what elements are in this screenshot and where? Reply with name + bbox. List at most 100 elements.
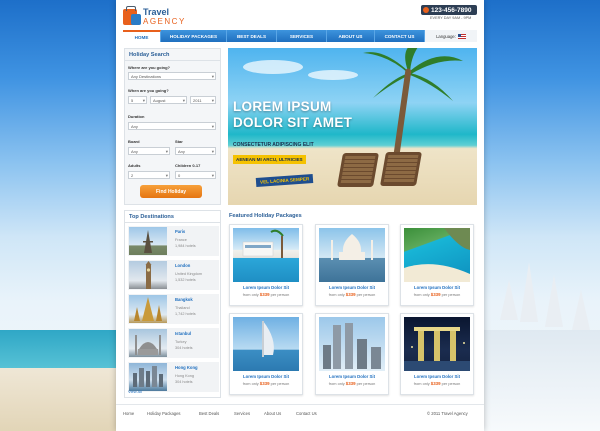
package-card[interactable]: Lorem Ipsum Dolor Sit from only $339 per…	[315, 224, 389, 306]
phone-number: 123-456-7890	[431, 6, 472, 14]
package-card[interactable]: Lorem Ipsum Dolor Sit from only $339 per…	[229, 313, 303, 395]
destination-item[interactable]: Paris France 1,984 hotels	[128, 226, 219, 256]
destination-country: United Kingdom	[175, 272, 203, 276]
find-holiday-button[interactable]: Find Holiday	[140, 185, 202, 198]
cloud	[308, 70, 358, 80]
nav-best-deals[interactable]: BEST DEALS	[227, 30, 277, 42]
package-image	[319, 228, 385, 282]
opening-hours: EVERY DAY 9AM - 9PM	[430, 16, 472, 20]
palm-leaves-icon	[363, 48, 463, 101]
footer	[116, 404, 484, 431]
destination-city: Hong Kong	[175, 365, 198, 370]
adults-select[interactable]: 2	[128, 171, 170, 179]
package-image	[319, 317, 385, 371]
logo[interactable]: Travel AGENCY	[123, 5, 213, 27]
destination-image-london	[129, 261, 167, 289]
board-select[interactable]: Any	[128, 147, 170, 155]
package-title: Lorem Ipsum Dolor Sit	[413, 374, 461, 379]
hero-tag-primary: AENEAN MI ARCU, ULTRICIES	[233, 155, 306, 164]
package-title: Lorem Ipsum Dolor Sit	[413, 285, 461, 290]
package-price: from only $339 per person	[242, 381, 290, 386]
snow-tree	[520, 262, 538, 322]
day-select[interactable]: 5	[128, 96, 147, 104]
logo-text-travel: Travel	[143, 7, 170, 17]
package-card[interactable]: Lorem Ipsum Dolor Sit from only $339 per…	[400, 224, 474, 306]
language-selector[interactable]: Language:	[425, 30, 477, 42]
footer-link-contact-us[interactable]: Contact Us	[296, 411, 317, 416]
nav-about-us[interactable]: ABOUT US	[327, 30, 375, 42]
view-all-link[interactable]: View All	[128, 389, 142, 394]
destination-country: France	[175, 238, 187, 242]
children-select[interactable]: 0	[175, 171, 216, 179]
star-select[interactable]: Any	[175, 147, 216, 155]
phone-icon	[423, 7, 429, 13]
footer-link-best-deals[interactable]: Best Deals	[199, 411, 219, 416]
year-select[interactable]: 2011	[190, 96, 216, 104]
package-price: from only $339 per person	[413, 381, 461, 386]
destination-city: Paris	[175, 229, 186, 234]
background-sea	[0, 330, 125, 370]
package-card[interactable]: Lorem Ipsum Dolor Sit from only $339 per…	[400, 313, 474, 395]
package-image	[233, 317, 299, 371]
nav-holiday-packages[interactable]: HOLIDAY PACKAGES	[161, 30, 227, 42]
destination-image-paris	[129, 227, 167, 255]
duration-select[interactable]: Any	[128, 122, 216, 130]
destination-hotels: 1,742 hotels	[175, 312, 196, 316]
adults-label: Adults	[128, 163, 141, 168]
featured-packages-title: Featured Holiday Packages	[229, 213, 302, 219]
package-card[interactable]: Lorem Ipsum Dolor Sit from only $339 per…	[229, 224, 303, 306]
destination-city: London	[175, 263, 191, 268]
destination-item[interactable]: Bangkok Thailand 1,742 hotels	[128, 294, 219, 324]
destination-image-hong-kong	[129, 363, 167, 391]
nav-home[interactable]: HOME	[123, 30, 161, 42]
destination-city: Bangkok	[175, 297, 193, 302]
destination-select[interactable]: Any Destinations	[128, 72, 216, 80]
nav-contact-us[interactable]: CONTACT US	[375, 30, 425, 42]
package-price: from only $339 per person	[242, 292, 290, 297]
package-title: Lorem Ipsum Dolor Sit	[328, 285, 376, 290]
logo-text-agency: AGENCY	[143, 17, 186, 26]
package-price: from only $339 per person	[328, 292, 376, 297]
top-destinations-title: Top Destinations	[125, 211, 220, 223]
destination-item[interactable]: Istanbul Turkey 304 hotels	[128, 328, 219, 358]
month-select[interactable]: August	[150, 96, 187, 104]
where-going-label: Where are you going?	[128, 65, 171, 70]
destination-city: Istanbul	[175, 331, 192, 336]
package-card[interactable]: Lorem Ipsum Dolor Sit from only $339 per…	[315, 313, 389, 395]
hero-headline: LOREM IPSUM DOLOR SIT AMET	[233, 99, 352, 131]
snow-tree	[572, 290, 590, 330]
package-title: Lorem Ipsum Dolor Sit	[242, 285, 290, 290]
footer-link-home[interactable]: Home	[123, 411, 134, 416]
destination-image-istanbul	[129, 329, 167, 357]
nav-services[interactable]: SERVICES	[277, 30, 327, 42]
when-going-label: When are you going?	[128, 88, 169, 93]
flag-icon	[457, 33, 466, 39]
package-price: from only $339 per person	[328, 381, 376, 386]
holiday-search-title: Holiday Search	[125, 49, 220, 61]
phone-number-box: 123-456-7890	[421, 5, 477, 15]
destination-image-bangkok	[129, 295, 167, 323]
beach-chair	[337, 153, 379, 187]
destination-hotels: 1,984 hotels	[175, 244, 196, 248]
copyright: © 2011 Travel Agency	[427, 411, 468, 416]
background-snow	[475, 330, 600, 431]
package-image	[233, 228, 299, 282]
package-image	[404, 228, 470, 282]
snow-tree	[545, 275, 563, 327]
footer-link-holiday-packages[interactable]: Holiday Packages	[147, 411, 181, 416]
package-price: from only $339 per person	[413, 292, 461, 297]
footer-link-services[interactable]: Services	[234, 411, 250, 416]
hero-headline-line-1: LOREM IPSUM	[233, 99, 332, 114]
star-label: Star	[175, 139, 183, 144]
package-image	[404, 317, 470, 371]
hero-subtitle: CONSECTETUR ADIPISCING ELIT	[233, 142, 314, 148]
destination-country: Thailand	[175, 306, 190, 310]
destination-item[interactable]: Hong Kong Hong Kong 304 hotels	[128, 362, 219, 392]
footer-link-about-us[interactable]: About Us	[264, 411, 281, 416]
destination-country: Turkey	[175, 340, 187, 344]
destination-item[interactable]: London United Kingdom 1,532 hotels	[128, 260, 219, 290]
background-beach	[0, 368, 125, 431]
destination-country: Hong Kong	[175, 374, 194, 378]
main-nav: HOME HOLIDAY PACKAGES BEST DEALS SERVICE…	[123, 30, 477, 42]
board-label: Board	[128, 139, 140, 144]
